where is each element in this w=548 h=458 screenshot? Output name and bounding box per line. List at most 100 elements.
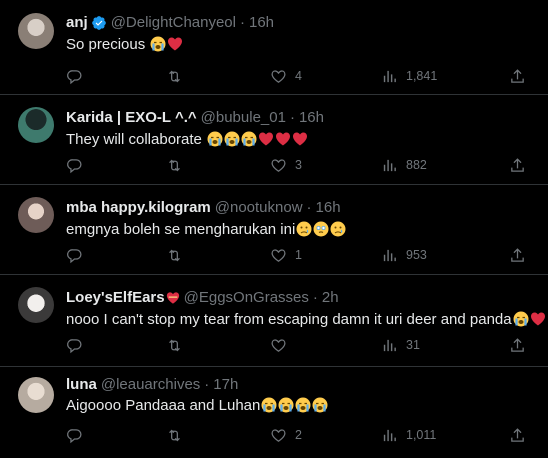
avatar[interactable]	[18, 13, 54, 49]
tweet-actions: 2 1,011	[66, 425, 532, 445]
tweet-text: They will collaborate	[66, 129, 308, 151]
reply-button[interactable]	[66, 155, 83, 175]
timestamp[interactable]: 16h	[249, 13, 274, 33]
retweet-icon	[169, 70, 180, 82]
share-icon	[511, 68, 524, 83]
handle[interactable]: @leauarchives	[101, 375, 200, 395]
separator-dot: ·	[312, 289, 318, 306]
view-count: 1,011	[406, 428, 437, 442]
reply-button[interactable]	[66, 66, 83, 86]
views-button[interactable]: 953	[381, 245, 427, 265]
views-button[interactable]: 882	[381, 155, 427, 175]
tweet-actions: 3 882	[66, 155, 532, 175]
like-button[interactable]	[270, 335, 295, 355]
separator-dot: ·	[239, 14, 245, 31]
views-button[interactable]: 1,011	[381, 425, 436, 445]
handle[interactable]: @nootuknow	[215, 198, 303, 218]
loudly-crying-emoji-icon	[513, 311, 529, 327]
like-button[interactable]: 1	[270, 245, 302, 265]
display-name[interactable]: anj	[66, 13, 88, 33]
timestamp[interactable]: 2h	[322, 288, 339, 308]
tweet-header: anj @DelightChanyeol · 16h	[66, 13, 274, 33]
handle[interactable]: @EggsOnGrasses	[184, 288, 309, 308]
display-name[interactable]: Loey'sElfEars	[66, 288, 165, 308]
tweet[interactable]: Karida | EXO-L ^.^ @bubule_01 · 16h They…	[0, 95, 548, 185]
heart-icon	[271, 248, 286, 262]
tweet[interactable]: luna @leauarchives · 17h Aigoooo Pandaaa…	[0, 367, 548, 458]
verified-badge-icon	[91, 15, 107, 31]
crying-face-emoji-icon	[330, 221, 346, 237]
share-button[interactable]	[509, 335, 526, 355]
share-icon	[511, 337, 524, 352]
reply-icon	[67, 69, 82, 84]
heart-with-ribbon-emoji-icon	[166, 291, 180, 305]
like-count: 2	[295, 428, 302, 442]
like-button[interactable]: 2	[270, 425, 302, 445]
like-button[interactable]: 4	[270, 66, 302, 86]
loudly-crying-emoji-icon	[278, 397, 294, 413]
loudly-crying-emoji-icon	[224, 131, 240, 147]
red-heart-emoji-icon	[530, 311, 546, 327]
avatar[interactable]	[18, 287, 54, 323]
tweet[interactable]: Loey'sElfEars @EggsOnGrasses · 2h nooo I…	[0, 275, 548, 367]
tweet-header: Karida | EXO-L ^.^ @bubule_01 · 16h	[66, 108, 324, 128]
handle[interactable]: @bubule_01	[201, 108, 286, 128]
retweet-button[interactable]	[166, 66, 183, 86]
heart-icon	[271, 338, 286, 352]
handle[interactable]: @DelightChanyeol	[111, 13, 236, 33]
like-count: 3	[295, 158, 302, 172]
crying-face-emoji-icon	[296, 221, 312, 237]
views-button[interactable]: 1,841	[381, 66, 437, 86]
share-button[interactable]	[509, 245, 526, 265]
red-heart-emoji-icon	[258, 131, 274, 147]
share-button[interactable]	[509, 155, 526, 175]
retweet-button[interactable]	[166, 425, 183, 445]
display-name[interactable]: Karida | EXO-L ^.^	[66, 108, 197, 128]
separator-dot: ·	[204, 376, 210, 393]
reply-button[interactable]	[66, 335, 83, 355]
retweet-icon	[169, 339, 180, 351]
tweet[interactable]: anj @DelightChanyeol · 16h So precious 4	[0, 0, 548, 95]
retweet-button[interactable]	[166, 155, 183, 175]
reply-icon	[67, 428, 82, 443]
tweet-text: nooo I can't stop my tear from escaping …	[66, 309, 546, 331]
avatar[interactable]	[18, 197, 54, 233]
reply-button[interactable]	[66, 425, 83, 445]
reply-icon	[67, 158, 82, 173]
tweet-actions: 1 953	[66, 245, 532, 265]
display-name[interactable]: mba happy.kilogram	[66, 198, 211, 218]
analytics-icon	[383, 339, 396, 351]
tweet-header: mba happy.kilogram @nootuknow · 16h	[66, 198, 341, 218]
like-button[interactable]: 3	[270, 155, 302, 175]
loudly-crying-emoji-icon	[150, 36, 166, 52]
separator-dot: ·	[306, 199, 312, 216]
red-heart-emoji-icon	[167, 36, 183, 52]
retweet-button[interactable]	[166, 245, 183, 265]
views-button[interactable]: 31	[381, 335, 420, 355]
loudly-crying-emoji-icon	[241, 131, 257, 147]
analytics-icon	[383, 249, 396, 261]
tweet-actions: 31	[66, 335, 532, 355]
reply-icon	[67, 338, 82, 353]
like-count: 4	[295, 69, 302, 83]
timestamp[interactable]: 16h	[299, 108, 324, 128]
timestamp[interactable]: 17h	[213, 375, 238, 395]
tweet[interactable]: mba happy.kilogram @nootuknow · 16h emgn…	[0, 185, 548, 275]
timestamp[interactable]: 16h	[316, 198, 341, 218]
loudly-crying-emoji-icon	[295, 397, 311, 413]
tweet-header: luna @leauarchives · 17h	[66, 375, 238, 395]
tweet-text-content: So precious	[66, 36, 146, 53]
display-name[interactable]: luna	[66, 375, 97, 395]
loudly-crying-emoji-icon	[261, 397, 277, 413]
retweet-button[interactable]	[166, 335, 183, 355]
share-button[interactable]	[509, 425, 526, 445]
reply-icon	[67, 248, 82, 263]
red-heart-emoji-icon	[275, 131, 291, 147]
analytics-icon	[383, 159, 396, 171]
avatar[interactable]	[18, 107, 54, 143]
reply-button[interactable]	[66, 245, 83, 265]
share-button[interactable]	[509, 66, 526, 86]
analytics-icon	[383, 429, 396, 441]
avatar[interactable]	[18, 377, 54, 413]
separator-dot: ·	[289, 109, 295, 126]
